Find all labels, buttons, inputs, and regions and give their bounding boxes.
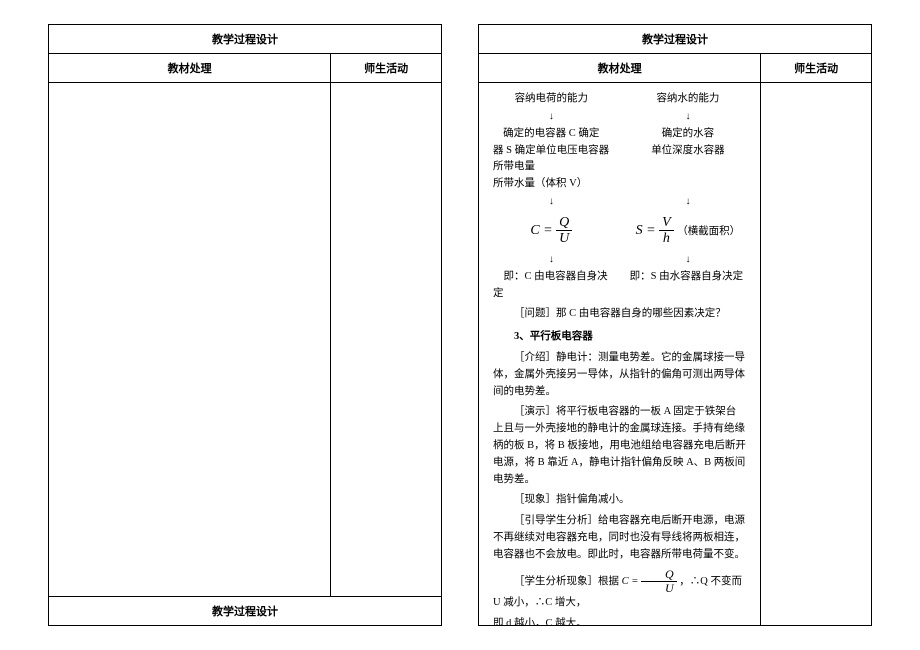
intro-electrometer: ［介绍］静电计：测量电势差。它的金属球接一导体，金属外壳接另一导体，从指针的偏角… [493,350,746,400]
page-left-body [49,83,441,596]
page-right-header: 教学过程设计 [479,25,871,54]
analogy-volume: 所带水量（体积 V） [493,176,746,193]
page-right: 教学过程设计 教材处理 师生活动 容纳电荷的能力 容纳水的能力 ↓ ↓ 确定的电… [478,24,872,626]
page-right-body: 容纳电荷的能力 容纳水的能力 ↓ ↓ 确定的电容器 C 确定 确定的水容 器 S… [479,83,871,625]
page-right-cols-header: 教材处理 师生活动 [479,54,871,83]
arrow-down-icon: ↓ [630,194,747,210]
page-right-content: 容纳电荷的能力 容纳水的能力 ↓ ↓ 确定的电容器 C 确定 确定的水容 器 S… [479,83,761,625]
arrows-2: ↓ ↓ [493,193,746,211]
formula-area: S = V h （横截面积） [630,215,747,247]
col-header-right: 师生活动 [331,54,441,82]
phenomenon: ［现象］指针偏角减小。 [493,492,746,509]
col-header-right-2: 师生活动 [761,54,871,82]
analogy-row1: 容纳电荷的能力 容纳水的能力 [493,91,746,108]
conclusion-s: 即：S 由水容器自身决定 [630,269,747,303]
page-left-footer: 教学过程设计 [49,596,441,625]
arrow-down-icon: ↓ [630,252,747,268]
arrows-1: ↓ ↓ [493,108,746,126]
demo-description: ［演示］将平行板电容器的一板 A 固定于铁架台上且与一外壳接地的静电计的金属球连… [493,404,746,488]
formula-row: C = Q U S = V h （横截面积） [493,211,746,251]
arrow-down-icon: ↓ [493,252,610,268]
conclusion-c: 即：C 由电容器自身决定 [493,269,610,303]
analogy-row2: 确定的电容器 C 确定 确定的水容 器 S 确定单位电压电容器所带电量 单位深度… [493,126,746,193]
page-left: 教学过程设计 教材处理 师生活动 教学过程设计 [48,24,442,626]
arrows-3: ↓ ↓ [493,251,746,269]
analogy-unit-depth: 单位深度水容器 [630,143,747,177]
student-analysis-cont: 即 d 越小，C 越大。 [493,616,746,625]
page-left-header: 教学过程设计 [49,25,441,54]
conclusion-row: 即：C 由电容器自身决定 即：S 由水容器自身决定 [493,269,746,303]
analogy-water-title: 容纳水的能力 [630,91,747,108]
analogy-water-determine: 确定的水容 [630,126,747,143]
page-left-activity [331,83,441,596]
analogy-charge-title: 容纳电荷的能力 [493,91,610,108]
formula-capacitance: C = Q U [493,215,610,247]
arrow-down-icon: ↓ [630,109,747,125]
section-3-title: 3、平行板电容器 [493,329,746,346]
page-left-cols-header: 教材处理 师生活动 [49,54,441,83]
col-header-left: 教材处理 [49,54,331,82]
analogy-c-determine: 确定的电容器 C 确定 [493,126,610,143]
question-text: ［问题］那 C 由电容器自身的哪些因素决定？ [493,306,746,323]
analogy-unit-voltage: 器 S 确定单位电压电容器所带电量 [493,143,610,177]
student-analysis: ［学生分析现象］根据 C = Q U ，∴Q 不变而 U 减小，∴C 增大， [493,568,746,612]
lead-analysis: ［引导学生分析］给电容器充电后断开电源，电源不再继续对电容器充电，同时也没有导线… [493,513,746,563]
page-left-content [49,83,331,596]
page-right-activity [761,83,871,625]
arrow-down-icon: ↓ [493,194,610,210]
col-header-left-2: 教材处理 [479,54,761,82]
arrow-down-icon: ↓ [493,109,610,125]
